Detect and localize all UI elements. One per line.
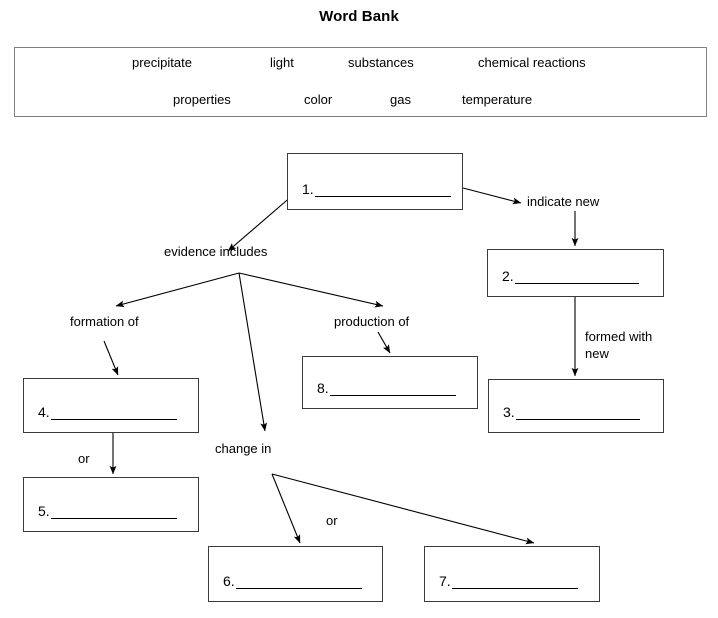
answer-box-3[interactable]: 3. bbox=[488, 379, 664, 433]
edge-label-change-in: change in bbox=[215, 441, 272, 456]
answer-box-8-content: 8. bbox=[317, 380, 465, 396]
answer-box-5-content: 5. bbox=[38, 503, 186, 519]
answer-box-4[interactable]: 4. bbox=[23, 378, 199, 433]
edge-label-production-of: production of bbox=[334, 314, 410, 329]
answer-box-1-number: 1. bbox=[302, 181, 314, 197]
edge-label-or-bottom: or bbox=[326, 513, 338, 528]
answer-box-7-number: 7. bbox=[439, 573, 451, 589]
answer-box-7-blank[interactable] bbox=[451, 575, 578, 589]
answer-box-2-number: 2. bbox=[502, 268, 514, 284]
arrow-box1-to-indicate bbox=[462, 187, 522, 205]
answer-box-5-number: 5. bbox=[38, 503, 50, 519]
answer-box-6-blank[interactable] bbox=[235, 575, 362, 589]
edge-label-evidence-includes: evidence includes bbox=[164, 244, 268, 259]
arrow-change-to-box7 bbox=[271, 473, 535, 545]
answer-box-6-content: 6. bbox=[223, 573, 370, 589]
answer-box-1-blank[interactable] bbox=[314, 183, 451, 197]
answer-box-4-content: 4. bbox=[38, 404, 186, 420]
arrow-hub-to-formation bbox=[115, 272, 240, 308]
word-bank-term-color: color bbox=[304, 92, 333, 107]
word-bank-term-light: light bbox=[270, 55, 294, 70]
edge-label-or-left: or bbox=[78, 451, 90, 466]
arrow-hub-to-production bbox=[238, 272, 384, 308]
arrow-production-to-box8 bbox=[377, 331, 391, 354]
word-bank-term-precipitate: precipitate bbox=[132, 55, 192, 70]
word-bank-term-properties: properties bbox=[173, 92, 231, 107]
edge-label-indicate-new: indicate new bbox=[527, 194, 600, 209]
arrow-formation-to-box4 bbox=[103, 340, 119, 376]
edge-label-formed-with-new: formed with new bbox=[585, 329, 653, 361]
answer-box-7[interactable]: 7. bbox=[424, 546, 600, 602]
answer-box-3-number: 3. bbox=[503, 404, 515, 420]
word-bank-term-chemical-reactions: chemical reactions bbox=[478, 55, 586, 70]
word-bank-term-temperature: temperature bbox=[462, 92, 533, 107]
arrow-hub-to-change-in bbox=[238, 272, 268, 432]
answer-box-1[interactable]: 1. bbox=[287, 153, 463, 210]
word-bank-box: precipitate light substances chemical re… bbox=[14, 47, 707, 117]
answer-box-4-blank[interactable] bbox=[50, 406, 177, 420]
answer-box-2[interactable]: 2. bbox=[487, 249, 664, 297]
answer-box-8-number: 8. bbox=[317, 380, 329, 396]
answer-box-6-number: 6. bbox=[223, 573, 235, 589]
word-bank-term-gas: gas bbox=[390, 92, 411, 107]
edge-label-formation-of: formation of bbox=[70, 314, 139, 329]
answer-box-2-content: 2. bbox=[502, 268, 651, 284]
word-bank-row-1: precipitate light substances chemical re… bbox=[15, 54, 708, 76]
arrow-change-to-box6 bbox=[271, 473, 301, 544]
answer-box-5[interactable]: 5. bbox=[23, 477, 199, 532]
answer-box-3-content: 3. bbox=[503, 404, 651, 420]
answer-box-2-blank[interactable] bbox=[514, 270, 639, 284]
answer-box-7-content: 7. bbox=[439, 573, 587, 589]
answer-box-8-blank[interactable] bbox=[329, 382, 456, 396]
word-bank-row-2: properties color gas temperature bbox=[15, 91, 708, 113]
answer-box-8[interactable]: 8. bbox=[302, 356, 478, 409]
answer-box-6[interactable]: 6. bbox=[208, 546, 383, 602]
answer-box-1-content: 1. bbox=[302, 181, 451, 197]
page-title: Word Bank bbox=[319, 8, 399, 25]
answer-box-5-blank[interactable] bbox=[50, 505, 177, 519]
answer-box-3-blank[interactable] bbox=[515, 406, 640, 420]
answer-box-4-number: 4. bbox=[38, 404, 50, 420]
worksheet-page: Word Bank precipitate light substances c… bbox=[0, 0, 718, 618]
word-bank-term-substances: substances bbox=[348, 55, 414, 70]
